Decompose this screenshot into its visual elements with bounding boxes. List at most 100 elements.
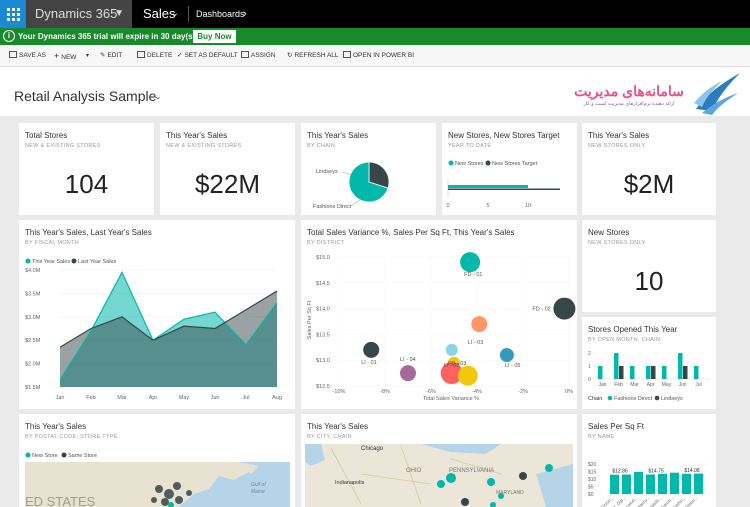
new-dropdown-icon[interactable]: ▾ bbox=[86, 45, 89, 67]
breadcrumb-dashboards[interactable]: Dashboards bbox=[196, 0, 245, 28]
x-tick-label: -2% bbox=[518, 389, 528, 395]
tick-0: 0 bbox=[446, 203, 449, 209]
y-tick-label: $5 bbox=[588, 485, 594, 491]
top-nav-bar: Dynamics 365 ▼ Sales ⌄ Dashboards › bbox=[0, 0, 750, 28]
target-bar-chart: New Stores New Stores Target 0 5 10 bbox=[446, 160, 560, 209]
bar-lindseys bbox=[619, 366, 624, 379]
x-tick-label: -4% bbox=[472, 389, 482, 395]
tile-scatter[interactable]: Total Sales Variance %, Sales Per Sq Ft,… bbox=[301, 220, 577, 409]
edit-button[interactable]: ✎ EDIT bbox=[100, 45, 122, 67]
x-tick-label: Mar bbox=[117, 395, 127, 401]
app-name: Dynamics 365 bbox=[35, 6, 118, 21]
y-tick-label: $2.5M bbox=[25, 338, 41, 344]
y-tick-label: $13.0 bbox=[316, 358, 330, 364]
x-tick-label: Feb bbox=[86, 395, 95, 401]
x-tick-label: Wilson... bbox=[683, 495, 699, 507]
y-tick-label: $14.0 bbox=[316, 307, 330, 313]
x-tick-label: -6% bbox=[426, 389, 436, 395]
kpi-value: $22M bbox=[194, 169, 261, 199]
map-label-chicago: Chicago bbox=[361, 446, 384, 452]
tile-stores-opened[interactable]: Stores Opened This Year BY OPEN MONTH, C… bbox=[582, 317, 716, 409]
power-bi-icon bbox=[343, 51, 351, 58]
dashboard-title[interactable]: Retail Analysis Sample bbox=[14, 88, 156, 104]
x-tick-label: Apr bbox=[149, 395, 158, 401]
bar-fashions-direct bbox=[678, 353, 683, 379]
waffle-icon[interactable] bbox=[0, 0, 26, 28]
y-tick-label: 2 bbox=[588, 351, 591, 357]
y-tick-label: $3.5M bbox=[25, 291, 41, 297]
tile-this-year-sales-new[interactable]: This Year's Sales NEW STORES ONLY $2M bbox=[582, 123, 716, 215]
bird-logo-icon bbox=[694, 73, 740, 115]
scatter-point bbox=[457, 365, 478, 386]
app-switcher[interactable]: Dynamics 365 ▼ bbox=[26, 0, 132, 28]
tile-new-stores[interactable]: New Stores NEW STORES ONLY 10 bbox=[582, 220, 716, 312]
refresh-all-button[interactable]: ↻ REFRESH ALL bbox=[287, 45, 339, 67]
map-label-maine: Maine bbox=[251, 489, 265, 495]
tile-sales-by-chain[interactable]: This Year's Sales BY CHAIN Lindseys Fash… bbox=[301, 123, 436, 215]
bar-fashions-direct bbox=[598, 366, 603, 379]
kpi-value: 104 bbox=[64, 169, 109, 199]
save-as-label: SAVE AS bbox=[19, 52, 46, 59]
x-tick-label: Aug bbox=[272, 395, 282, 401]
legend-last-year: Last Year Sales bbox=[78, 259, 116, 265]
scatter-label: FD - 01 bbox=[464, 272, 482, 278]
bar-fashions-direct bbox=[630, 366, 635, 379]
chevron-right-icon[interactable]: › bbox=[243, 0, 247, 28]
plus-icon: + bbox=[54, 51, 60, 61]
bar-fashions-direct bbox=[614, 353, 619, 379]
refresh-icon: ↻ bbox=[287, 52, 293, 59]
tick-10: 10 bbox=[525, 203, 531, 209]
x-tick-label: Apr bbox=[647, 382, 655, 388]
pie-label-fashions-direct: Fashions Direct bbox=[313, 204, 352, 210]
bar-lindseys bbox=[651, 366, 656, 379]
tile-subtitle: NEW STORES ONLY bbox=[588, 240, 646, 246]
scatter-chart: $15.0 $14.5 $14.0 $13.5 $13.0 $12.5-10% -8% -6%… bbox=[307, 252, 576, 402]
watermark-logo: سامانه‌های مدیریت ارائه دهنده نرم‌افزاره… bbox=[574, 73, 740, 115]
x-tick-label: -10% bbox=[333, 389, 346, 395]
bar-fashions-direct bbox=[646, 366, 651, 379]
user-icon bbox=[241, 51, 249, 58]
delete-button[interactable]: DELETE bbox=[137, 45, 172, 67]
area-chart: This Year Sales Last Year Sales $4.0M $3.… bbox=[25, 258, 282, 401]
tile-map-city[interactable]: This Year's Sales BY CITY, CHAIN Chicago… bbox=[301, 414, 577, 507]
tile-this-year-sales[interactable]: This Year's Sales NEW & EXISTING STORES … bbox=[160, 123, 295, 215]
scatter-label: LI - 03 bbox=[468, 340, 484, 346]
area-switcher[interactable]: Sales ⌄ bbox=[133, 0, 187, 28]
tile-new-stores-target[interactable]: New Stores, New Stores Target YEAR TO DA… bbox=[442, 123, 577, 215]
legend-title: Chain bbox=[588, 396, 602, 402]
y-tick-label: $2.0M bbox=[25, 362, 41, 368]
set-default-button[interactable]: ✓ SET AS DEFAULT bbox=[177, 45, 238, 67]
legend-new-store: New Store bbox=[32, 453, 58, 459]
kpi-value: 10 bbox=[634, 266, 664, 296]
kpi-value: $2M bbox=[623, 169, 675, 199]
y-tick-label: $4.0M bbox=[25, 268, 41, 274]
bar-new-stores-target bbox=[448, 188, 560, 190]
tile-map-postal[interactable]: This Year's Sales BY POSTAL CODE, STORE … bbox=[19, 414, 295, 507]
map-city: Chicago OHIO PENNSYLVANIA Indianapolis M… bbox=[305, 444, 573, 507]
chevron-down-icon: ⌄ bbox=[170, 8, 179, 19]
refresh-label: REFRESH ALL bbox=[294, 52, 339, 59]
legend-new-stores-target: New Stores Target bbox=[492, 161, 538, 167]
tile-sales-sqft[interactable]: Sales Per Sq Ft BY NAME $20 $15 $10 $5 $0 Cin… bbox=[582, 414, 716, 507]
open-power-bi-button[interactable]: OPEN IN POWER BI bbox=[343, 45, 414, 67]
chevron-down-icon[interactable]: ⌄ bbox=[154, 91, 162, 102]
y-tick-label: $1.5M bbox=[25, 385, 41, 391]
tile-total-stores[interactable]: Total Stores NEW & EXISTING STORES 104 bbox=[19, 123, 154, 215]
scatter-label: LI - 05 bbox=[505, 363, 521, 369]
map-label-ohio: OHIO bbox=[406, 468, 422, 474]
tile-sales-line[interactable]: This Year's Sales, Last Year's Sales BY … bbox=[19, 220, 295, 409]
x-tick-label: Jul bbox=[695, 382, 701, 388]
tile-subtitle: NEW & EXISTING STORES bbox=[166, 143, 242, 149]
assign-button[interactable]: ASSIGN bbox=[241, 45, 276, 67]
map-label-gulf: Gulf of bbox=[251, 482, 266, 488]
assign-label: ASSIGN bbox=[251, 52, 276, 59]
new-button[interactable]: + NEW bbox=[54, 45, 76, 69]
divider bbox=[188, 6, 189, 22]
scatter-label: LI - 04 bbox=[400, 357, 416, 363]
legend-fashions-direct: Fashions Direct bbox=[614, 396, 653, 402]
data-label: $12.86 bbox=[612, 469, 628, 475]
buy-now-button[interactable]: Buy Now bbox=[193, 30, 236, 43]
save-as-button[interactable]: SAVE AS bbox=[9, 45, 46, 67]
legend-this-year: This Year Sales bbox=[32, 259, 70, 265]
x-tick-label: Jan bbox=[56, 395, 65, 401]
